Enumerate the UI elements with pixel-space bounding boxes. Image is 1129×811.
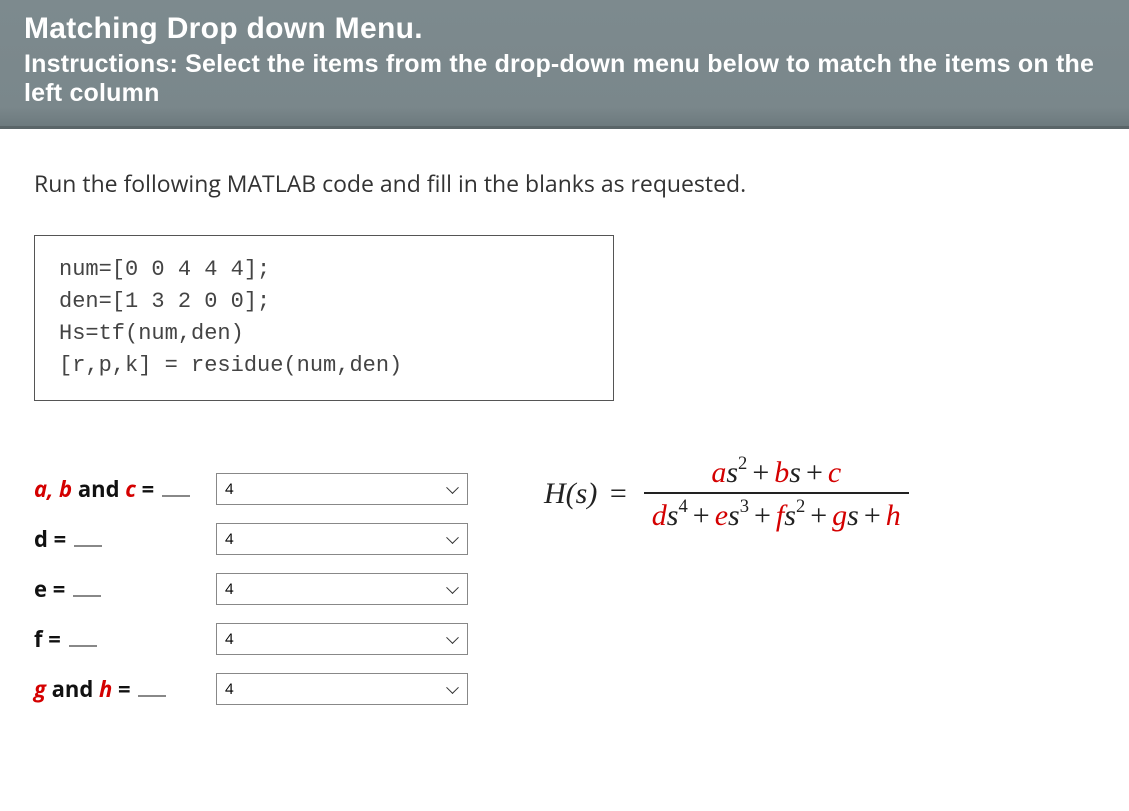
header-title: Matching Drop down Menu. — [24, 12, 1105, 46]
form-label: a, b and c = — [34, 474, 216, 504]
answer-dropdown[interactable]: 4 — [216, 473, 468, 505]
form-label: d = — [34, 524, 216, 554]
transfer-function-equation: H(s) = as2+bs+c ds4+es3+fs2+gs+h — [540, 455, 909, 533]
form-row: g and h = 4 — [34, 673, 468, 705]
bottom-section: a, b and c = 4d = 4e = 4f = 4g and h = 4… — [34, 473, 1095, 705]
equation-fraction: as2+bs+c ds4+es3+fs2+gs+h — [644, 455, 909, 533]
answer-dropdown[interactable]: 4 — [216, 623, 468, 655]
header-instructions: Instructions: Select the items from the … — [24, 50, 1105, 108]
matching-form: a, b and c = 4d = 4e = 4f = 4g and h = 4 — [34, 473, 468, 705]
form-label: f = — [34, 624, 216, 654]
header: Matching Drop down Menu. Instructions: S… — [0, 0, 1129, 129]
form-label: e = — [34, 574, 216, 604]
answer-dropdown[interactable]: 4 — [216, 673, 468, 705]
form-row: e = 4 — [34, 573, 468, 605]
blank-line — [74, 533, 102, 546]
answer-dropdown[interactable]: 4 — [216, 573, 468, 605]
dropdown-value: 4 — [225, 579, 234, 599]
content: Run the following MATLAB code and fill i… — [0, 129, 1129, 743]
dropdown-value: 4 — [225, 529, 234, 549]
code-block: num=[0 0 4 4 4]; den=[1 3 2 0 0]; Hs=tf(… — [34, 235, 614, 401]
blank-line — [138, 683, 166, 696]
equation-numerator: as2+bs+c — [697, 455, 855, 492]
blank-line — [73, 583, 101, 596]
form-label: g and h = — [34, 674, 216, 704]
dropdown-value: 4 — [225, 629, 234, 649]
blank-line — [69, 633, 97, 646]
form-row: d = 4 — [34, 523, 468, 555]
prompt-text: Run the following MATLAB code and fill i… — [34, 167, 1095, 199]
dropdown-value: 4 — [225, 679, 234, 699]
answer-dropdown[interactable]: 4 — [216, 523, 468, 555]
form-row: f = 4 — [34, 623, 468, 655]
equation-lhs: H(s) = — [540, 477, 638, 511]
form-row: a, b and c = 4 — [34, 473, 468, 505]
dropdown-value: 4 — [225, 479, 234, 499]
equation-denominator: ds4+es3+fs2+gs+h — [644, 492, 909, 533]
blank-line — [162, 483, 190, 496]
